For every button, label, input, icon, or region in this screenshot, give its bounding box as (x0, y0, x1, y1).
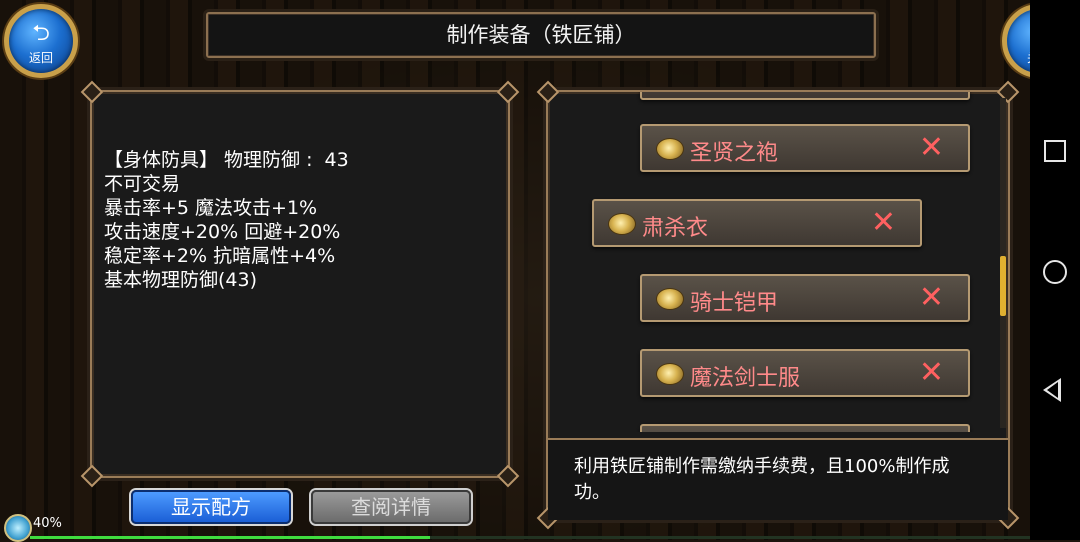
back-button[interactable]: ⮌ 返回 (4, 4, 78, 78)
description-line: 稳定率+2% 抗暗属性+4% (104, 245, 336, 267)
recipe-item[interactable]: 圣贤之袍 ✕ (640, 124, 970, 172)
item-description-panel: 【身体防具】 物理防御 : 43 不可交易 暴击率+5 魔法攻击+1% 攻击速度… (80, 80, 520, 488)
recipe-item-name: 骑士铠甲 (690, 291, 779, 316)
info-text: 利用铁匠铺制作需缴纳手续费，且100%制作成功。 (574, 456, 950, 503)
close-icon[interactable]: ✕ (919, 356, 944, 390)
recipe-item-partial[interactable] (640, 92, 970, 100)
info-box: 利用铁匠铺制作需缴纳手续费，且100%制作成功。 (548, 438, 1008, 520)
close-icon[interactable]: ✕ (919, 281, 944, 315)
description-line: 攻击速度+20% 回避+20% (104, 221, 341, 243)
coin-scroll-icon (608, 213, 636, 235)
recent-apps-icon[interactable] (1044, 140, 1066, 162)
recipe-item[interactable]: 骑士铠甲 ✕ (640, 274, 970, 322)
coin-scroll-icon (656, 288, 684, 310)
recipe-item-partial[interactable] (640, 424, 970, 432)
back-label: 返回 (28, 51, 53, 65)
description-line: 基本物理防御(43) (104, 269, 258, 291)
android-nav-bar (1030, 0, 1080, 540)
recipe-list-panel: 圣贤之袍 ✕ 肃杀衣 ✕ 骑士铠甲 ✕ 魔法剑士服 ✕ 利用铁匠铺制作需缴纳手续… (536, 80, 1020, 530)
close-icon[interactable]: ✕ (919, 131, 944, 165)
battery-orb-icon (4, 514, 32, 542)
home-nav-icon[interactable] (1043, 260, 1067, 284)
scrollbar-thumb[interactable] (1000, 256, 1006, 316)
close-icon[interactable]: ✕ (871, 206, 896, 240)
status-bar: 40% (0, 510, 1030, 542)
recipe-item-name: 圣贤之袍 (690, 141, 779, 166)
progress-percent: 40% (33, 516, 62, 531)
back-arrow-icon: ⮌ (32, 21, 50, 46)
recipe-item-name: 肃杀衣 (642, 216, 709, 241)
recipe-item[interactable]: 魔法剑士服 ✕ (640, 349, 970, 397)
recipe-item-selected[interactable]: 肃杀衣 ✕ (592, 199, 922, 247)
back-nav-icon[interactable] (1043, 378, 1061, 402)
recipe-item-name: 魔法剑士服 (690, 366, 801, 391)
description-line: 不可交易 (104, 173, 181, 195)
coin-scroll-icon (656, 138, 684, 160)
recipe-list[interactable]: 圣贤之袍 ✕ 肃杀衣 ✕ 骑士铠甲 ✕ 魔法剑士服 ✕ (548, 92, 988, 432)
item-description-text: 【身体防具】 物理防御 : 43 不可交易 暴击率+5 魔法攻击+1% 攻击速度… (104, 148, 349, 292)
coin-scroll-icon (656, 363, 684, 385)
progress-fill (30, 536, 430, 539)
description-line: 【身体防具】 物理防御 : 43 (104, 149, 349, 171)
description-line: 暴击率+5 魔法攻击+1% (104, 197, 318, 219)
page-title: 制作装备（铁匠铺） (206, 12, 876, 58)
progress-bar (30, 536, 1030, 539)
